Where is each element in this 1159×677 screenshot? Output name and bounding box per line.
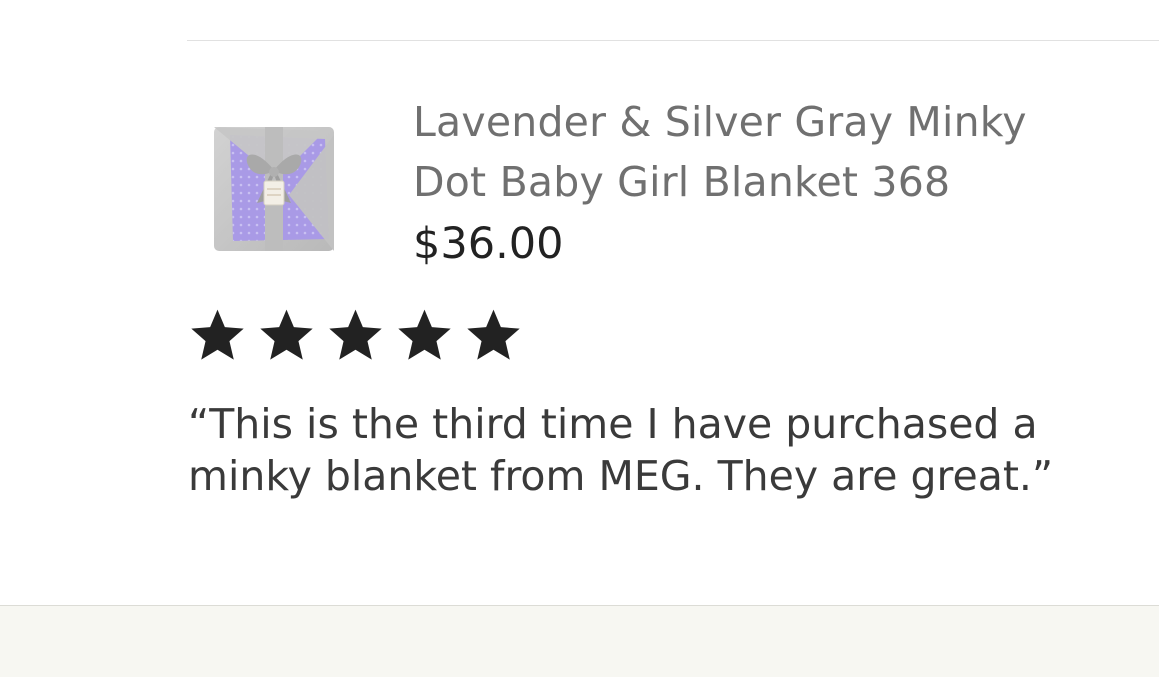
review-text: “This is the third time I have purchased… xyxy=(188,400,1054,500)
star-icon xyxy=(329,309,382,360)
footer-band xyxy=(0,606,1159,677)
product-info: Lavender & Silver Gray Minky Dot Baby Gi… xyxy=(413,92,1113,273)
product-review-card: Lavender & Silver Gray Minky Dot Baby Gi… xyxy=(0,41,1159,601)
blanket-icon xyxy=(214,127,334,251)
star-icon xyxy=(467,309,520,360)
product-title[interactable]: Lavender & Silver Gray Minky Dot Baby Gi… xyxy=(413,92,1113,212)
star-icon xyxy=(398,309,451,360)
star-rating xyxy=(187,305,524,366)
review-page: Lavender & Silver Gray Minky Dot Baby Gi… xyxy=(0,0,1159,677)
star-icon xyxy=(260,309,313,360)
product-thumbnail[interactable] xyxy=(205,117,345,257)
star-icon xyxy=(191,309,244,360)
product-price: $36.00 xyxy=(413,219,564,269)
